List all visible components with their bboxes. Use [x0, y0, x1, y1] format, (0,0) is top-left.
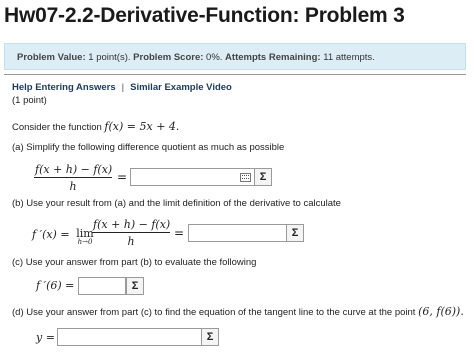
equals-sign-a: =: [117, 170, 128, 184]
sigma-button-c[interactable]: Σ: [126, 277, 144, 295]
part-d-line: (d) Use your answer from part (c) to fin…: [12, 305, 464, 318]
page-title: Hw07-2.2-Derivative-Function: Problem 3: [4, 4, 405, 27]
fprime-x-label: f ′(x) =: [32, 228, 70, 241]
intro-text: Consider the function: [12, 122, 102, 133]
answer-a-input[interactable]: [130, 168, 255, 186]
part-a-text: (a) Simplify the following difference qu…: [12, 142, 285, 153]
problem-score-label: Problem Score:: [133, 52, 204, 63]
problem-value: 1 point(s).: [88, 52, 131, 63]
problem-value-label: Problem Value:: [17, 52, 86, 63]
part-b-text: (b) Use your result from (a) and the lim…: [12, 198, 341, 209]
problem-info-box: Problem Value: 1 point(s). Problem Score…: [4, 43, 466, 70]
tangent-point: (6, f(6)).: [418, 305, 464, 318]
sigma-button-b[interactable]: Σ: [286, 224, 304, 242]
difference-quotient: f(x + h) − f(x) h: [34, 163, 112, 193]
fprime-6-label: f ′(6) =: [36, 279, 75, 292]
help-links: Help Entering Answers | Similar Example Vi…: [12, 82, 232, 93]
answer-d-input[interactable]: [57, 328, 202, 346]
help-entering-answers-link[interactable]: Help Entering Answers: [12, 82, 116, 93]
y-equals-label: y =: [36, 331, 55, 344]
problem-score: 0%.: [206, 52, 223, 63]
part-d-text: (d) Use your answer from part (c) to fin…: [12, 307, 416, 318]
answer-c-input[interactable]: [78, 277, 126, 295]
limit-quotient: f(x + h) − f(x) h: [92, 218, 170, 248]
points-label: (1 point): [12, 95, 47, 106]
answer-b-input[interactable]: [188, 224, 287, 242]
function-expression: f(x) = 5x + 4.: [104, 120, 180, 133]
similar-example-video-link[interactable]: Similar Example Video: [130, 82, 232, 93]
attempts-label: Attempts Remaining:: [225, 52, 321, 63]
link-separator: |: [121, 82, 125, 93]
attempts-value: 11 attempts.: [323, 52, 375, 63]
divider: [4, 74, 466, 75]
dq-denominator: h: [69, 180, 77, 193]
part-c-text: (c) Use your answer from part (b) to eva…: [12, 257, 257, 268]
limit-numerator: f(x + h) − f(x): [92, 218, 171, 233]
keyboard-icon[interactable]: [240, 173, 251, 182]
limit-denominator: h: [127, 235, 135, 248]
sigma-button-a[interactable]: Σ: [254, 168, 272, 186]
dq-numerator: f(x + h) − f(x): [34, 163, 113, 178]
intro-line: Consider the function f(x) = 5x + 4.: [12, 120, 179, 133]
sigma-button-d[interactable]: Σ: [201, 328, 219, 346]
equals-sign-b: =: [174, 226, 185, 240]
